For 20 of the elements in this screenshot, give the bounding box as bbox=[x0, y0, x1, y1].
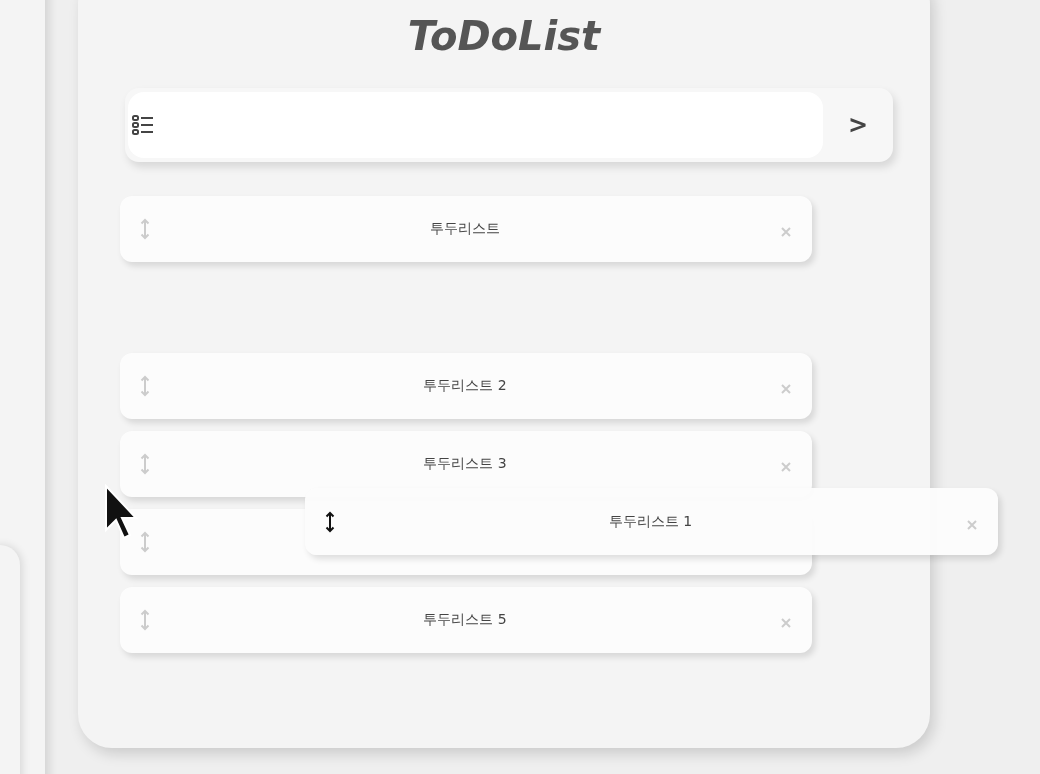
list-icon bbox=[132, 114, 154, 136]
todo-item[interactable]: 투두리스트 2 bbox=[120, 353, 812, 419]
todo-text: 투두리스트 bbox=[429, 220, 501, 238]
todo-item[interactable]: 투두리스트 5 bbox=[120, 587, 812, 653]
todo-text: 투두리스트 5 bbox=[422, 611, 508, 629]
delete-icon[interactable] bbox=[780, 617, 792, 629]
drag-handle-icon[interactable] bbox=[325, 510, 335, 533]
dragged-todo-item[interactable]: 투두리스트 1 bbox=[305, 488, 998, 555]
app-title: ToDoList bbox=[406, 12, 603, 61]
todo-text: 투두리스트 2 bbox=[422, 377, 508, 395]
delete-icon[interactable] bbox=[780, 383, 792, 395]
delete-icon[interactable] bbox=[780, 461, 792, 473]
delete-icon[interactable] bbox=[966, 518, 978, 531]
todo-text: 투두리스트 3 bbox=[422, 455, 508, 473]
delete-icon[interactable] bbox=[780, 226, 792, 238]
todo-item[interactable]: 투두리스트 3 bbox=[120, 431, 812, 497]
input-field[interactable] bbox=[128, 92, 823, 158]
todo-item[interactable]: 투두리스트 bbox=[120, 196, 812, 262]
submit-button[interactable]: > bbox=[823, 111, 893, 139]
todo-text: 투두리스트 1 bbox=[607, 512, 694, 531]
